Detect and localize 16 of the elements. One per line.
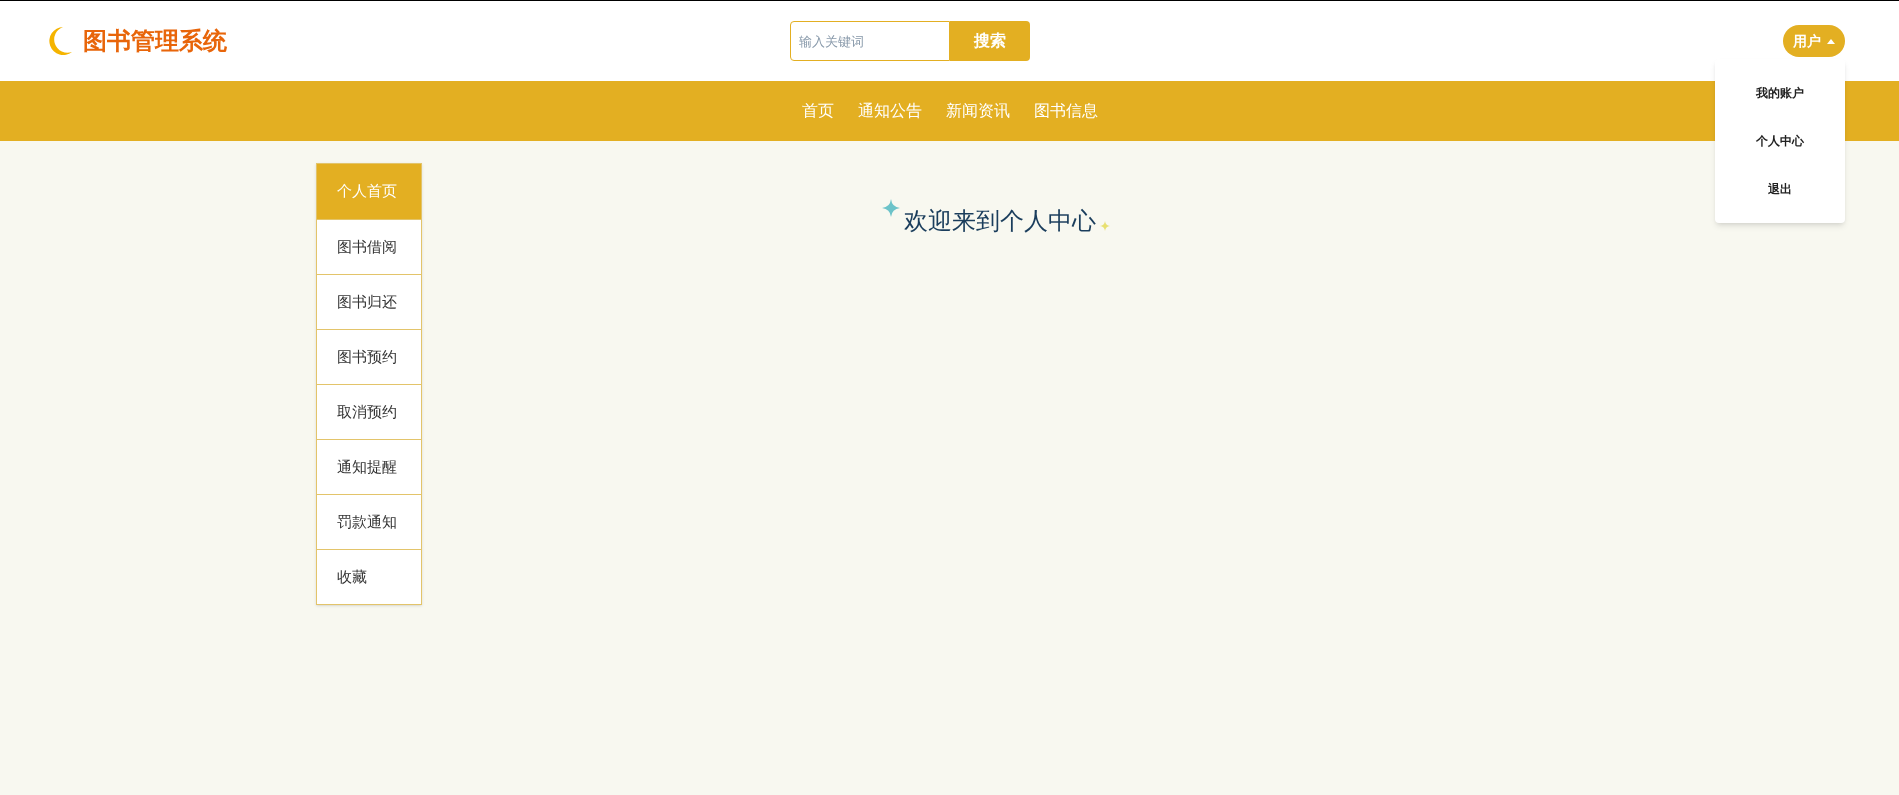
sidebar-item[interactable]: 通知提醒	[317, 439, 421, 494]
sidebar-item[interactable]: 取消预约	[317, 384, 421, 439]
sidebar-item[interactable]: 罚款通知	[317, 494, 421, 549]
welcome-title: 欢迎来到个人中心	[903, 206, 1096, 236]
dropdown-item[interactable]: 退出	[1715, 165, 1845, 213]
caret-icon	[1827, 38, 1835, 44]
sparkle-icon	[881, 199, 900, 217]
dropdown-item[interactable]: 我的账户	[1715, 69, 1845, 117]
sidebar-item[interactable]: 图书归还	[317, 274, 421, 329]
search-field[interactable]: 输入关键词	[790, 21, 950, 61]
sidebar-item[interactable]: 收藏	[317, 549, 421, 604]
sidebar-item[interactable]: 图书预约	[317, 329, 421, 384]
sparkle-icon	[1099, 221, 1110, 231]
app-title: 图书管理系统	[83, 26, 227, 56]
dropdown-item[interactable]: 个人中心	[1715, 117, 1845, 165]
sidebar-item[interactable]: 图书借阅	[317, 219, 421, 274]
